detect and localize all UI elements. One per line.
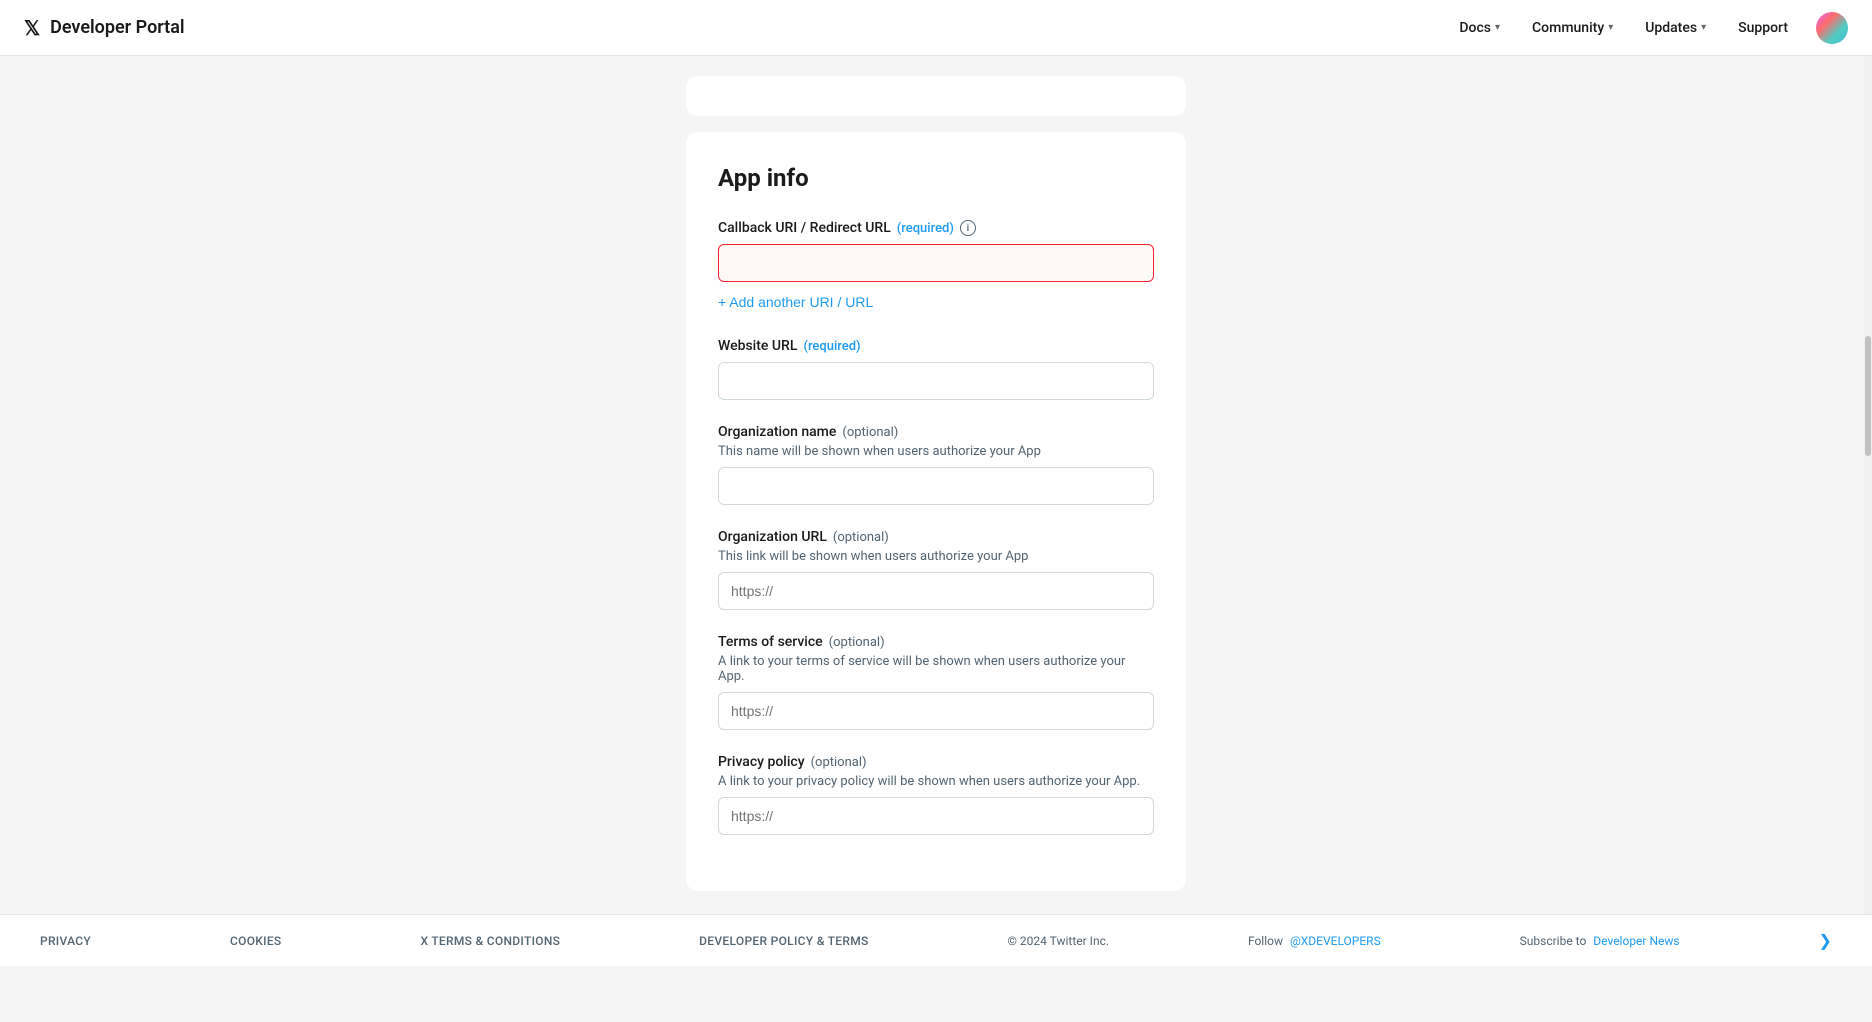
footer-cookies[interactable]: Cookies bbox=[230, 934, 282, 948]
callback-uri-required: (required) bbox=[897, 221, 954, 236]
footer-follow-handle[interactable]: @XDEVELOPERS bbox=[1290, 934, 1381, 948]
callback-uri-group: Callback URI / Redirect URL (required) i… bbox=[718, 220, 1154, 314]
tos-label: Terms of service (optional) bbox=[718, 634, 1154, 650]
org-name-optional: (optional) bbox=[842, 425, 898, 440]
website-url-group: Website URL (required) bbox=[718, 338, 1154, 400]
org-url-label: Organization URL (optional) bbox=[718, 529, 1154, 545]
callback-uri-label-text: Callback URI / Redirect URL bbox=[718, 220, 891, 236]
footer-x-terms[interactable]: X Terms & Conditions bbox=[420, 934, 560, 948]
header-nav: Docs ▾ Community ▾ Updates ▾ Support bbox=[1447, 12, 1848, 44]
tos-group: Terms of service (optional) A link to yo… bbox=[718, 634, 1154, 730]
top-partial-card bbox=[686, 76, 1186, 116]
community-label: Community bbox=[1532, 20, 1604, 36]
org-url-input[interactable] bbox=[718, 572, 1154, 610]
footer-privacy[interactable]: Privacy bbox=[40, 934, 91, 948]
website-url-required: (required) bbox=[803, 339, 860, 354]
portal-title: Developer Portal bbox=[50, 17, 184, 38]
org-name-label: Organization name (optional) bbox=[718, 424, 1154, 440]
x-logo-icon: 𝕏 bbox=[24, 16, 40, 40]
updates-chevron-icon: ▾ bbox=[1701, 22, 1706, 33]
org-url-label-text: Organization URL bbox=[718, 529, 827, 545]
docs-label: Docs bbox=[1459, 20, 1491, 36]
footer-dev-policy[interactable]: Developer Policy & Terms bbox=[699, 934, 868, 948]
footer-subscribe: Subscribe to Developer News bbox=[1520, 934, 1680, 948]
footer-follow: Follow @XDEVELOPERS bbox=[1248, 934, 1381, 948]
nav-docs[interactable]: Docs ▾ bbox=[1447, 12, 1512, 44]
community-chevron-icon: ▾ bbox=[1608, 22, 1613, 33]
privacy-policy-label: Privacy policy (optional) bbox=[718, 754, 1154, 770]
footer-subscribe-link[interactable]: Developer News bbox=[1593, 934, 1679, 948]
user-avatar[interactable] bbox=[1816, 12, 1848, 44]
privacy-policy-input[interactable] bbox=[718, 797, 1154, 835]
updates-label: Updates bbox=[1645, 20, 1697, 36]
org-url-group: Organization URL (optional) This link wi… bbox=[718, 529, 1154, 610]
footer-copyright: © 2024 Twitter Inc. bbox=[1008, 934, 1109, 948]
org-url-optional: (optional) bbox=[833, 530, 889, 545]
callback-uri-info-icon[interactable]: i bbox=[960, 220, 976, 236]
website-url-label-text: Website URL bbox=[718, 338, 797, 354]
org-url-description: This link will be shown when users autho… bbox=[718, 549, 1154, 564]
callback-uri-input[interactable] bbox=[718, 244, 1154, 282]
nav-support[interactable]: Support bbox=[1726, 12, 1800, 44]
website-url-label: Website URL (required) bbox=[718, 338, 1154, 354]
scrollbar-thumb[interactable] bbox=[1865, 336, 1871, 456]
tos-label-text: Terms of service bbox=[718, 634, 823, 650]
privacy-policy-label-text: Privacy policy bbox=[718, 754, 805, 770]
tos-optional: (optional) bbox=[829, 635, 885, 650]
privacy-policy-description: A link to your privacy policy will be sh… bbox=[718, 774, 1154, 789]
org-name-input[interactable] bbox=[718, 467, 1154, 505]
tos-description: A link to your terms of service will be … bbox=[718, 654, 1154, 684]
main-content: App info Callback URI / Redirect URL (re… bbox=[0, 56, 1872, 966]
docs-chevron-icon: ▾ bbox=[1495, 22, 1500, 33]
header: 𝕏 Developer Portal Docs ▾ Community ▾ Up… bbox=[0, 0, 1872, 56]
nav-updates[interactable]: Updates ▾ bbox=[1633, 12, 1718, 44]
tos-input[interactable] bbox=[718, 692, 1154, 730]
nav-community[interactable]: Community ▾ bbox=[1520, 12, 1625, 44]
app-info-title: App info bbox=[718, 164, 1154, 192]
footer-chevron-icon[interactable]: ❯ bbox=[1819, 931, 1832, 950]
footer-subscribe-label: Subscribe to bbox=[1520, 934, 1587, 948]
footer: Privacy Cookies X Terms & Conditions Dev… bbox=[0, 914, 1872, 966]
scrollbar[interactable] bbox=[1864, 56, 1872, 966]
privacy-policy-optional: (optional) bbox=[811, 755, 867, 770]
callback-uri-label: Callback URI / Redirect URL (required) i bbox=[718, 220, 1154, 236]
org-name-label-text: Organization name bbox=[718, 424, 836, 440]
org-name-group: Organization name (optional) This name w… bbox=[718, 424, 1154, 505]
add-another-uri-button[interactable]: + Add another URI / URL bbox=[718, 290, 873, 314]
app-info-card: App info Callback URI / Redirect URL (re… bbox=[686, 132, 1186, 891]
footer-follow-label: Follow bbox=[1248, 934, 1283, 948]
privacy-policy-group: Privacy policy (optional) A link to your… bbox=[718, 754, 1154, 835]
org-name-description: This name will be shown when users autho… bbox=[718, 444, 1154, 459]
logo-area: 𝕏 Developer Portal bbox=[24, 16, 185, 40]
website-url-input[interactable] bbox=[718, 362, 1154, 400]
